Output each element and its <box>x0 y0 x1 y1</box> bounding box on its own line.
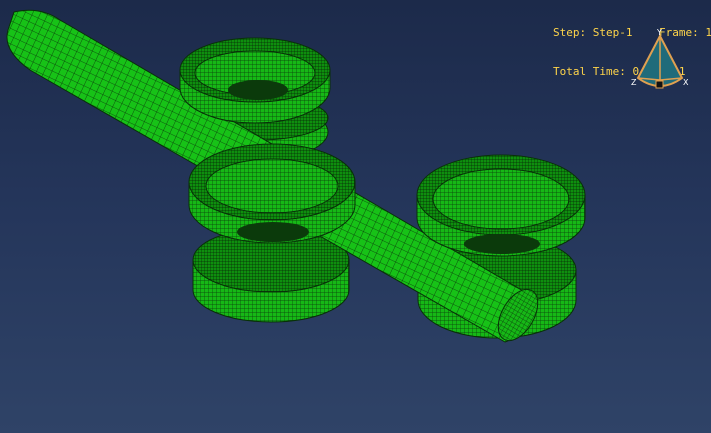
triad-z-label: Z <box>631 78 637 87</box>
triad-axes-icon <box>636 33 684 89</box>
roller-1-upper <box>179 37 331 124</box>
triad-y-label: Y <box>656 28 662 37</box>
roller-2-upper <box>188 143 356 244</box>
triad-x-label: X <box>683 78 689 87</box>
view-triad[interactable]: Y Z X <box>630 28 690 98</box>
roller-3-upper <box>416 154 586 257</box>
